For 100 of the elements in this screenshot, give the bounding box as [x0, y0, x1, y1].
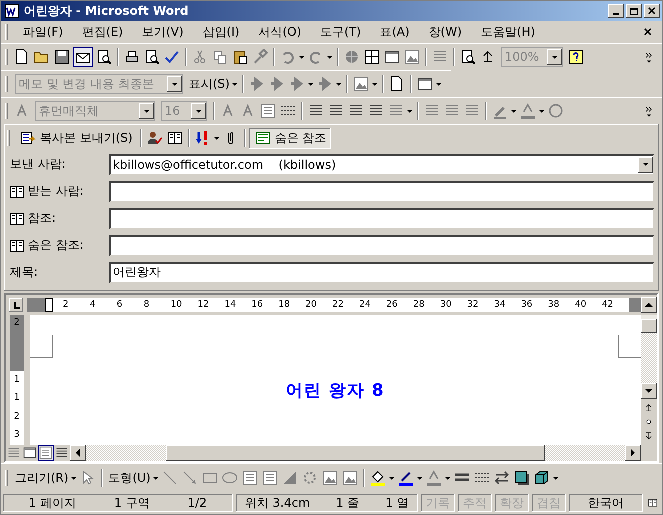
check-names-icon[interactable] [146, 130, 163, 146]
menu-item[interactable]: 삽입(I) [192, 24, 248, 40]
close-icon [646, 5, 658, 17]
arrow-style-icon[interactable] [494, 470, 510, 486]
sender-dropdown[interactable]: kbillows@officetutor.com (kbillows) [109, 154, 655, 176]
font-color-icon[interactable] [520, 103, 536, 119]
bcc-button[interactable]: 숨은 참조 [248, 128, 331, 148]
rectangle-icon[interactable] [202, 470, 218, 486]
text-box-icon[interactable] [242, 470, 258, 486]
comment-icon[interactable] [352, 76, 369, 92]
ruler-number: 1 [14, 376, 20, 385]
ruler-number: 8 [144, 300, 151, 310]
scroll-down-button[interactable] [641, 383, 657, 399]
save-icon[interactable] [54, 49, 70, 65]
line-icon[interactable] [162, 470, 178, 486]
draw-menu-button[interactable]: 그리기(R) [12, 470, 70, 486]
magnifier-icon[interactable] [96, 49, 112, 65]
address-book-icon[interactable] [9, 238, 25, 254]
ruler-number: 2 [63, 300, 70, 310]
document-map-icon[interactable] [460, 49, 476, 65]
enclosed-character-icon[interactable] [548, 103, 564, 119]
spelling-icon[interactable] [164, 49, 180, 65]
print-layout-icon[interactable] [39, 446, 53, 460]
ruler-number: 34 [494, 300, 507, 310]
close-icon[interactable] [642, 26, 654, 38]
new-document-icon[interactable] [14, 49, 30, 65]
input-field[interactable] [109, 180, 655, 202]
scroll-up-button[interactable] [641, 297, 657, 313]
input-field[interactable] [109, 234, 655, 256]
menu-item[interactable]: 보기(V) [131, 24, 192, 40]
send-copy-button[interactable]: 복사본 보내기(S) [14, 128, 137, 148]
shadow-icon[interactable] [514, 470, 530, 486]
previous-icon[interactable] [248, 76, 265, 92]
picture-icon[interactable] [342, 470, 358, 486]
status-text: 1/2 [188, 496, 208, 510]
input-field[interactable] [109, 208, 655, 230]
ruler-number: 22 [332, 300, 345, 310]
3d-icon[interactable] [534, 470, 550, 486]
diagram-icon[interactable] [302, 470, 318, 486]
scroll-thumb[interactable] [166, 445, 545, 461]
copy-icon[interactable] [212, 49, 228, 65]
window-icon[interactable] [384, 49, 400, 65]
field-label: 제목: [10, 264, 38, 281]
browse-object-icon[interactable] [644, 417, 654, 427]
address-book-icon[interactable] [9, 210, 25, 226]
tab-selector[interactable] [9, 298, 23, 312]
maximize-button[interactable] [626, 4, 642, 18]
printer-icon[interactable] [124, 49, 140, 65]
ruler-number: 20 [306, 300, 318, 310]
clip-art-icon[interactable] [322, 470, 338, 486]
menu-item[interactable]: 서식(O) [248, 24, 310, 40]
menu-item[interactable]: 도움말(H) [470, 24, 544, 40]
input-field[interactable]: 어린왕자 [109, 262, 655, 284]
scissors-icon[interactable] [192, 49, 208, 65]
status-text: 1 구역 [114, 494, 150, 512]
close-button[interactable] [644, 4, 660, 18]
help-icon[interactable] [568, 49, 584, 65]
menu-item[interactable]: 파일(F) [12, 24, 72, 40]
shapes-menu-button[interactable]: 도형(U) [106, 470, 152, 486]
menu-item[interactable]: 표(A) [369, 24, 418, 40]
arrow-icon[interactable] [182, 470, 198, 486]
show-menu-button[interactable]: 표시(S) [186, 76, 231, 92]
field-label: 참조: [28, 210, 56, 227]
outline-view-icon[interactable] [55, 446, 69, 460]
ruler-number: 42 [602, 300, 615, 310]
document-icon [4, 3, 20, 19]
scroll-thumb[interactable] [641, 319, 657, 333]
underline-icon[interactable] [260, 103, 276, 119]
ruler-number: 40 [575, 300, 588, 310]
next-icon[interactable] [268, 76, 285, 92]
next-page-icon[interactable] [644, 431, 654, 441]
oval-icon[interactable] [222, 470, 238, 486]
menu-item[interactable]: 창(W) [418, 24, 470, 40]
wordart-icon[interactable] [282, 470, 298, 486]
previous-page-icon[interactable] [644, 403, 654, 413]
vertical-text-box-icon[interactable] [262, 470, 278, 486]
envelope-icon[interactable] [74, 48, 92, 66]
web-view-icon[interactable] [23, 446, 37, 460]
table-icon[interactable] [364, 49, 380, 65]
font-color-icon[interactable] [426, 470, 442, 486]
paste-icon[interactable] [232, 49, 248, 65]
address-book-icon[interactable] [9, 184, 25, 200]
ruler-number: 32 [467, 300, 480, 310]
track-changes-icon[interactable] [388, 76, 405, 92]
print-preview-icon[interactable] [144, 49, 160, 65]
scroll-left-button[interactable] [70, 445, 86, 461]
indent-marker[interactable] [45, 298, 53, 312]
menu-item[interactable]: 편집(E) [71, 24, 132, 40]
chart-icon[interactable] [404, 49, 420, 65]
scroll-right-button[interactable] [625, 445, 641, 461]
status-text: 위치 3.4cm [244, 494, 310, 512]
minimize-button[interactable] [608, 4, 624, 18]
menu-item[interactable]: 도구(T) [310, 24, 370, 40]
accept-icon[interactable] [288, 76, 305, 92]
fill-color-icon[interactable] [370, 470, 386, 486]
address-book-icon[interactable] [166, 130, 183, 146]
line-color-icon[interactable] [398, 470, 414, 486]
ruler-number: 3 [14, 431, 20, 440]
reviewing-pane-icon[interactable] [416, 76, 433, 92]
reject-icon[interactable] [316, 76, 333, 92]
